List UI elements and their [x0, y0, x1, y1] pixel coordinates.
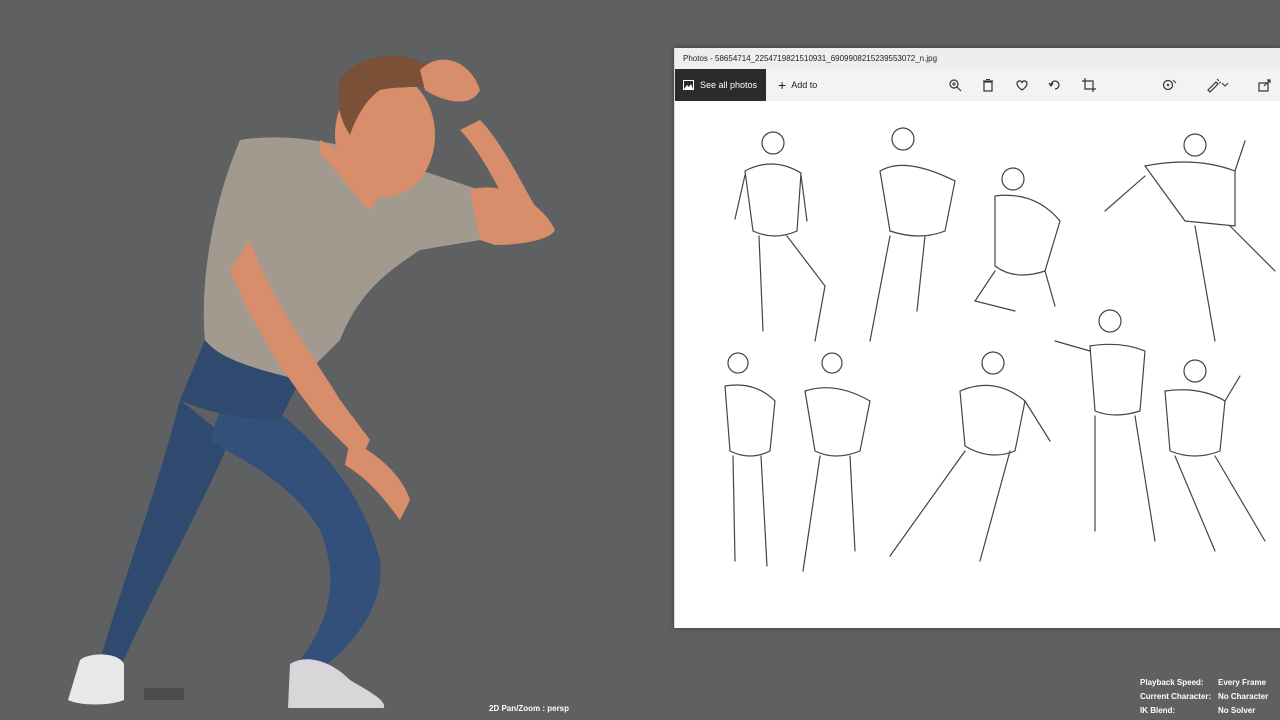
hud-stats: Playback Speed: Every Frame Current Chara… [1140, 676, 1268, 718]
sketch-figure [1164, 359, 1266, 552]
sketch-figure [1054, 309, 1156, 542]
sketch-figure [1104, 133, 1276, 342]
sketch-figure [802, 352, 871, 572]
sketch-figure [889, 351, 1051, 562]
hand-on-head [420, 59, 480, 102]
hud-value: Every Frame [1218, 678, 1267, 687]
hud-label: IK Blend: [1140, 706, 1176, 715]
left-shoe [68, 654, 124, 705]
see-all-label: See all photos [700, 80, 758, 90]
sketch-figure [734, 131, 826, 342]
crop-icon[interactable] [1081, 77, 1097, 93]
hud-label: Playback Speed: [1140, 678, 1204, 687]
camera-readout: 2D Pan/Zoom : persp [489, 704, 570, 713]
window-title[interactable]: Photos - 58654714_2254719821510931_69099… [675, 48, 1280, 69]
delete-icon[interactable] [980, 77, 996, 93]
favorite-icon[interactable] [1014, 77, 1030, 93]
add-to-label: Add to [791, 80, 818, 90]
zoom-icon[interactable] [947, 77, 963, 93]
hud-row: Playback Speed: Every Frame [1140, 676, 1268, 690]
hud-label: Current Character: [1140, 692, 1212, 701]
rotate-icon[interactable] [1047, 77, 1063, 93]
sketch-figure [869, 127, 956, 342]
see-all-photos-button[interactable]: See all photos [675, 69, 767, 101]
hud-value: No Character [1218, 692, 1269, 701]
hud-row: IK Blend: No Solver [1140, 704, 1268, 718]
chevron-down-icon[interactable] [1221, 77, 1229, 93]
hud-row: Current Character: No Character [1140, 690, 1268, 704]
photos-icon [683, 80, 694, 90]
edit-icon[interactable] [1205, 77, 1222, 93]
photos-toolbar: See all photos + Add to [675, 69, 1280, 101]
share-icon[interactable] [1257, 77, 1273, 93]
right-shoe [288, 659, 385, 708]
sketch-figure [974, 167, 1061, 312]
ground-marker [144, 688, 184, 700]
hud-value: No Solver [1218, 706, 1256, 715]
sketch-sheet [724, 127, 1276, 572]
image-canvas[interactable] [675, 101, 1280, 628]
plus-icon: + [778, 77, 787, 93]
sketch-figure [724, 352, 776, 567]
character-model[interactable] [40, 40, 600, 720]
enhance-icon[interactable] [1161, 77, 1177, 93]
photos-window[interactable]: Photos - 58654714_2254719821510931_69099… [674, 48, 1280, 628]
add-to-button[interactable]: + Add to [766, 77, 818, 93]
